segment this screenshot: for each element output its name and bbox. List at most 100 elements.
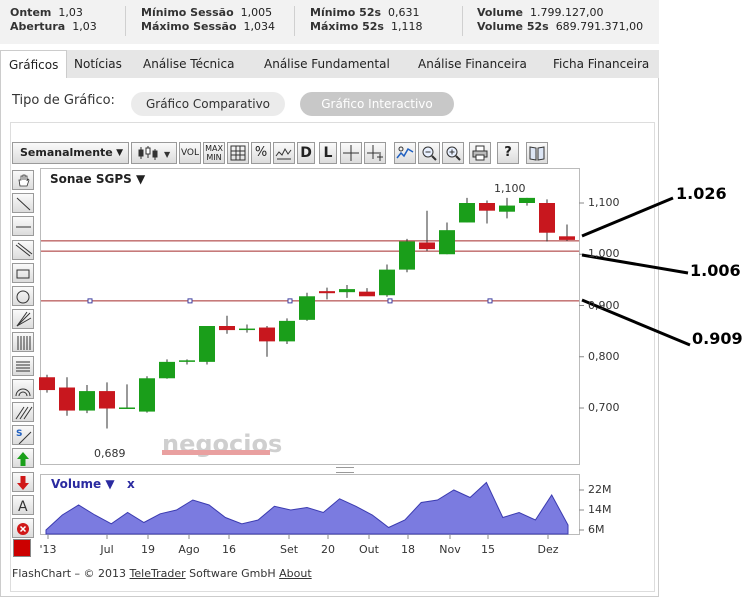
- help-button[interactable]: ?: [497, 142, 519, 164]
- maxmin-toggle-button[interactable]: MAX MIN: [203, 142, 225, 164]
- fan-icon: [16, 311, 32, 327]
- rectangle-icon: [16, 269, 30, 279]
- d-toggle-button[interactable]: D: [297, 142, 315, 164]
- comparative-chart-button[interactable]: Gráfico Comparativo: [131, 92, 285, 116]
- rectangle-button[interactable]: [12, 262, 34, 283]
- stat-value: 689.791.371,00: [555, 20, 644, 33]
- time-label: 19: [141, 543, 155, 556]
- horizontal-grid-button[interactable]: [12, 355, 34, 376]
- panel-resize-handle[interactable]: [336, 467, 354, 473]
- price-chart-frame[interactable]: [40, 168, 580, 465]
- svg-text:A: A: [18, 499, 28, 514]
- svg-text:▼: ▼: [164, 150, 171, 159]
- teletrader-link[interactable]: TeleTrader: [130, 567, 186, 580]
- horizontal-line-icon: [16, 226, 31, 228]
- volume-toggle-button[interactable]: VOL: [179, 142, 201, 164]
- zoom-out-button[interactable]: [418, 142, 440, 164]
- crosshair-button[interactable]: [340, 142, 362, 164]
- period-dropdown[interactable]: Semanalmente ▼: [12, 142, 129, 164]
- zoom-in-icon: [446, 146, 461, 161]
- stat-label: Mínimo 52s: [310, 6, 382, 19]
- arcs-button[interactable]: [12, 378, 34, 399]
- indicator-button[interactable]: [273, 142, 295, 164]
- stat-value: 1,03: [58, 6, 83, 19]
- color-picker-swatch[interactable]: [13, 539, 31, 557]
- stat-label: Máximo 52s: [310, 20, 384, 33]
- interactive-chart-button[interactable]: Gráfico Interactivo: [300, 92, 454, 116]
- trend-line-button[interactable]: [12, 193, 34, 214]
- crosshair-axis-button[interactable]: [364, 142, 386, 164]
- time-label: Set: [279, 543, 299, 556]
- volume-label: 6M: [588, 523, 605, 536]
- percent-toggle-button[interactable]: %: [251, 142, 271, 164]
- buy-arrow-button[interactable]: [12, 448, 34, 469]
- time-label: 20: [321, 543, 335, 556]
- tab-ficha-financeira[interactable]: Ficha Financeira: [553, 50, 649, 78]
- stats-col-3: Mínimo 52s 0,631 Máximo 52s 1,118: [310, 6, 422, 34]
- stats-divider: [294, 6, 295, 36]
- printer-icon: [472, 145, 488, 161]
- chart-style-button[interactable]: ▼: [131, 142, 177, 164]
- stat-value: 1.799.127,00: [530, 6, 604, 19]
- vertical-grid-button[interactable]: [12, 332, 34, 353]
- stats-divider: [462, 6, 463, 36]
- about-link[interactable]: About: [279, 567, 312, 580]
- delete-button[interactable]: [12, 518, 34, 538]
- horizontal-line-button[interactable]: [12, 216, 34, 237]
- d-label: D: [300, 145, 312, 161]
- price-label: 0,800: [588, 349, 620, 363]
- tab-analise-tecnica[interactable]: Análise Técnica: [143, 50, 234, 78]
- grid-toggle-button[interactable]: [227, 142, 249, 164]
- footer-prefix: FlashChart – © 2013: [12, 567, 130, 580]
- vertical-grid-icon: [17, 336, 31, 351]
- print-button[interactable]: [469, 142, 491, 164]
- sell-arrow-button[interactable]: [12, 471, 34, 492]
- time-label: Nov: [439, 543, 461, 556]
- circle-icon: [16, 290, 30, 304]
- svg-text:S: S: [16, 429, 22, 439]
- text-button[interactable]: A: [12, 494, 34, 515]
- annotation-label: 1.026: [676, 184, 727, 203]
- chart-title[interactable]: Sonae SGPS ▼: [50, 172, 145, 186]
- crosshair-axis-icon: [367, 145, 383, 161]
- hand-tool-icon: [18, 174, 30, 187]
- chart-type-label: Tipo de Gráfico:: [12, 93, 115, 108]
- time-label: '13: [39, 543, 57, 556]
- volume-title[interactable]: Volume ▼: [51, 477, 115, 491]
- tab-graficos[interactable]: Gráficos: [0, 50, 68, 78]
- text-icon: A: [18, 499, 28, 514]
- book-button[interactable]: [526, 142, 548, 164]
- arcs-icon: [15, 388, 31, 396]
- volume-close-button[interactable]: x: [127, 477, 135, 491]
- diagonal-lines-icon: [15, 406, 33, 420]
- l-toggle-button[interactable]: L: [319, 142, 337, 164]
- time-label: Out: [359, 543, 379, 556]
- circle-button[interactable]: [12, 286, 34, 306]
- volume-chart-frame[interactable]: [40, 474, 580, 535]
- hand-tool-button[interactable]: [12, 170, 34, 190]
- zoom-out-icon: [422, 146, 437, 161]
- parallel-lines-button[interactable]: [12, 239, 34, 260]
- fan-button[interactable]: [12, 309, 34, 330]
- period-value: Semanalmente: [20, 146, 113, 159]
- zoom-fit-button[interactable]: [394, 142, 416, 164]
- price-label: 1,000: [588, 247, 620, 261]
- candlestick-icon: ▼: [138, 146, 171, 160]
- buy-arrow-icon: [17, 452, 29, 467]
- sell-arrow-icon: [17, 475, 29, 490]
- zoom-in-button[interactable]: [442, 142, 464, 164]
- stat-label: Máximo Sessão: [141, 20, 237, 33]
- stats-divider: [125, 6, 126, 36]
- tab-analise-financeira[interactable]: Análise Financeira: [418, 50, 527, 78]
- stat-value: 1,118: [390, 20, 423, 33]
- tab-analise-fundamental[interactable]: Análise Fundamental: [264, 50, 390, 78]
- support-resistance-button[interactable]: S: [12, 425, 34, 446]
- diagonal-lines-button[interactable]: [12, 402, 34, 422]
- delete-icon: [17, 523, 29, 535]
- tab-noticias[interactable]: Notícias: [74, 50, 122, 78]
- footer-middle: Software GmbH: [185, 567, 280, 580]
- section-tabs: Gráficos Notícias Análise Técnica Anális…: [0, 50, 659, 78]
- stat-value: 1,034: [243, 20, 276, 33]
- time-label: 15: [481, 543, 495, 556]
- annotation-label: 0.909: [692, 329, 743, 348]
